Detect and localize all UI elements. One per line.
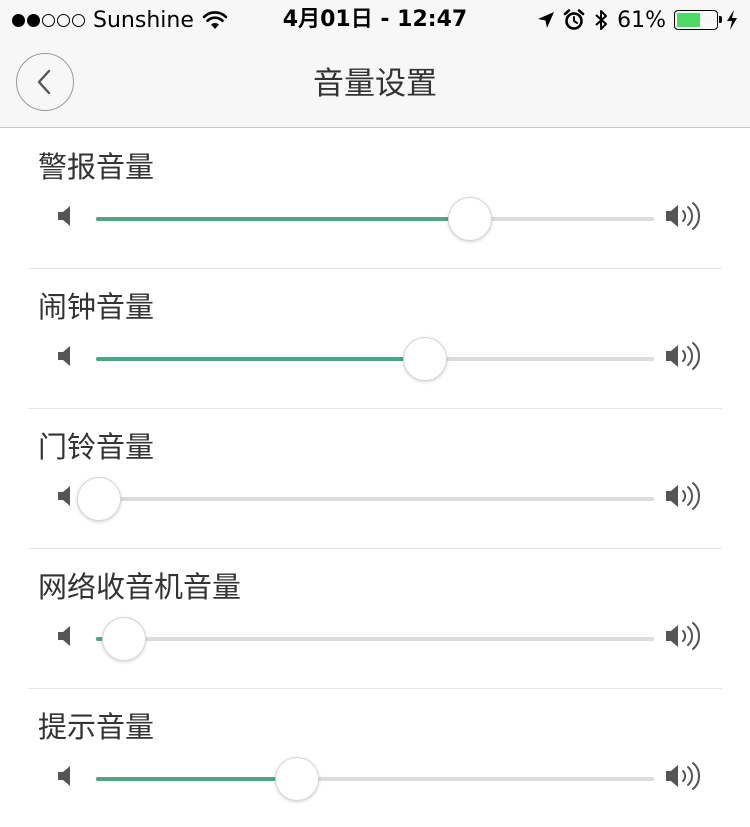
back-button[interactable] (16, 53, 74, 111)
volume-min-icon (58, 766, 70, 786)
volume-slider-track[interactable] (96, 617, 654, 661)
status-bar: Sunshine 4月01日 - 12:47 61% (0, 0, 750, 40)
battery-percent: 61% (617, 7, 666, 33)
volume-row: 网络收音机音量 (28, 549, 722, 689)
volume-slider-fill (96, 777, 297, 781)
battery-level (677, 13, 701, 27)
volume-min-icon (58, 346, 70, 366)
alarm-clock-icon (563, 9, 585, 30)
volume-max-icon (666, 342, 700, 370)
volume-max-icon (666, 762, 700, 790)
volume-slider-thumb[interactable] (447, 197, 492, 241)
chevron-left-icon (37, 69, 51, 95)
volume-row: 提示音量 (28, 689, 722, 827)
volume-slider-track[interactable] (96, 197, 654, 241)
volume-slider-track[interactable] (96, 757, 654, 801)
volume-min-icon (58, 206, 70, 226)
volume-label: 提示音量 (38, 710, 155, 744)
navigation-bar: 音量设置 (0, 40, 750, 128)
volume-slider-fill (96, 217, 470, 221)
volume-max-icon (666, 482, 700, 510)
volume-label: 门铃音量 (38, 430, 155, 464)
volume-row: 闹钟音量 (28, 269, 722, 409)
volume-max-icon (666, 622, 700, 650)
volume-label: 网络收音机音量 (38, 570, 242, 604)
volume-slider-thumb[interactable] (274, 757, 319, 801)
volume-slider-thumb[interactable] (403, 337, 448, 381)
volume-slider-track[interactable] (96, 337, 654, 381)
charging-bolt-icon (727, 10, 737, 30)
bluetooth-icon (595, 10, 608, 30)
volume-label: 警报音量 (38, 150, 155, 184)
volume-label: 闹钟音量 (38, 290, 155, 324)
page-title: 音量设置 (313, 66, 437, 102)
location-arrow-icon (538, 12, 555, 28)
volume-row: 警报音量 (28, 129, 722, 269)
status-right: 61% (537, 6, 738, 34)
volume-slider-thumb[interactable] (76, 477, 121, 521)
volume-list: 警报音量 闹钟音量 门铃音量 网络收音机音量 提示音量 (0, 129, 750, 827)
volume-row: 门铃音量 (28, 409, 722, 549)
volume-min-icon (58, 486, 70, 506)
volume-slider-thumb[interactable] (101, 617, 146, 661)
volume-min-icon (58, 626, 70, 646)
volume-slider-fill (96, 357, 426, 361)
volume-slider-track[interactable] (76, 477, 654, 521)
volume-max-icon (666, 202, 700, 230)
battery-icon (674, 10, 722, 30)
